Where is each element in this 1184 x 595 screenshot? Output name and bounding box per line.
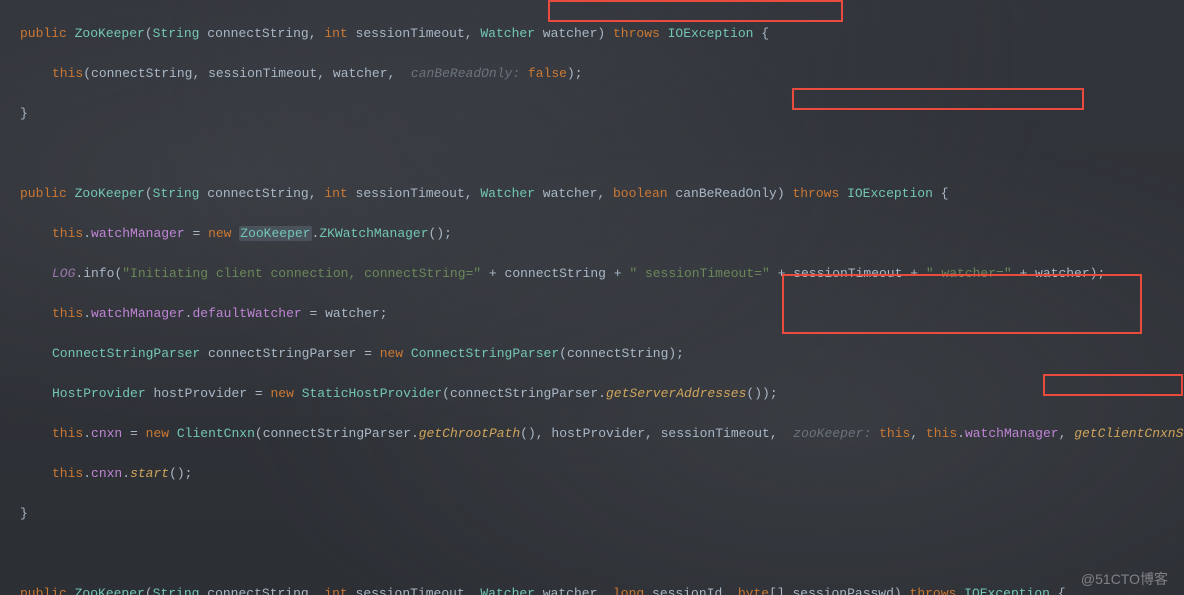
blank-line <box>0 544 1184 564</box>
blank-line <box>0 144 1184 164</box>
code-line: } <box>0 104 1184 124</box>
code-line: public ZooKeeper(String connectString, i… <box>0 584 1184 595</box>
code-line: public ZooKeeper(String connectString, i… <box>0 24 1184 44</box>
code-line: LOG.info("Initiating client connection, … <box>0 264 1184 284</box>
code-line: ConnectStringParser connectStringParser … <box>0 344 1184 364</box>
watermark: @51CTO博客 <box>1081 569 1168 589</box>
code-editor[interactable]: public ZooKeeper(String connectString, i… <box>0 4 1184 595</box>
code-line: this.watchManager.defaultWatcher = watch… <box>0 304 1184 324</box>
code-line: public ZooKeeper(String connectString, i… <box>0 184 1184 204</box>
code-line: HostProvider hostProvider = new StaticHo… <box>0 384 1184 404</box>
code-line: } <box>0 504 1184 524</box>
code-line: this.cnxn.start(); <box>0 464 1184 484</box>
code-line: this(connectString, sessionTimeout, watc… <box>0 64 1184 84</box>
code-line: this.cnxn = new ClientCnxn(connectString… <box>0 424 1184 444</box>
code-line: this.watchManager = new ZooKeeper.ZKWatc… <box>0 224 1184 244</box>
